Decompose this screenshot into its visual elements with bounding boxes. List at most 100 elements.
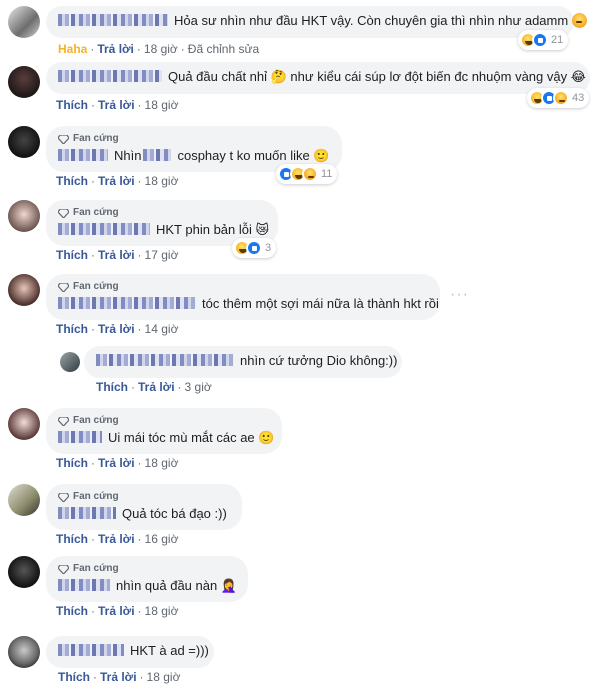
timestamp[interactable]: 14 giờ bbox=[145, 322, 179, 336]
emoji-icon bbox=[572, 13, 588, 28]
diamond-icon bbox=[58, 564, 69, 574]
avatar[interactable] bbox=[8, 66, 40, 98]
comment-actions: Thích · Trả lời · 14 giờ bbox=[56, 322, 179, 336]
commenter-name[interactable] bbox=[58, 579, 110, 591]
like-button[interactable]: Thích bbox=[56, 456, 88, 470]
sad-reaction-icon bbox=[302, 166, 318, 182]
comment-text: nhìn quả đầu nàn 🤦‍♀️ bbox=[116, 578, 238, 593]
commenter-name[interactable] bbox=[58, 14, 168, 26]
haha-button[interactable]: Haha bbox=[58, 42, 87, 56]
comment-text: HKT phin bản lỗi 😿 bbox=[156, 222, 270, 237]
reaction-summary[interactable]: 3 bbox=[232, 238, 277, 258]
diamond-icon bbox=[58, 416, 69, 426]
reply-button[interactable]: Trả lời bbox=[98, 532, 135, 546]
timestamp[interactable]: 17 giờ bbox=[145, 248, 179, 262]
fan-badge: Fan cứng bbox=[58, 281, 428, 293]
reply-button[interactable]: Trả lời bbox=[97, 42, 134, 56]
commenter-name[interactable] bbox=[58, 70, 162, 82]
avatar[interactable] bbox=[8, 484, 40, 516]
reaction-summary[interactable]: 11 bbox=[276, 164, 338, 184]
reply-button[interactable]: Trả lời bbox=[98, 456, 135, 470]
comment-text: nhìn cứ tưởng Dio không:)) bbox=[240, 353, 398, 368]
comment-actions: Haha · Trả lời · 18 giờ · Đã chỉnh sửa bbox=[58, 42, 260, 56]
commenter-name[interactable] bbox=[58, 223, 150, 235]
comment-bubble: Quả đầu chất nhỉ 🤔 như kiểu cái súp lơ đ… bbox=[46, 62, 590, 94]
like-button[interactable]: Thích bbox=[96, 380, 128, 394]
commenter-name[interactable] bbox=[58, 297, 196, 309]
commenter-name[interactable] bbox=[96, 354, 234, 366]
fan-badge: Fan cứng bbox=[58, 133, 330, 145]
comment-text: Hỏa sư nhìn như đầu HKT vậy. Còn chuyên … bbox=[174, 13, 569, 28]
more-options-icon[interactable]: ··· bbox=[450, 286, 469, 304]
reaction-count: 21 bbox=[551, 34, 564, 46]
commenter-name[interactable] bbox=[58, 431, 102, 443]
timestamp[interactable]: 18 giờ bbox=[145, 98, 179, 112]
like-button[interactable]: Thích bbox=[56, 174, 88, 188]
avatar[interactable] bbox=[8, 200, 40, 232]
diamond-icon bbox=[58, 134, 69, 144]
reaction-summary[interactable]: 43 bbox=[527, 88, 590, 108]
like-button[interactable]: Thích bbox=[56, 322, 88, 336]
timestamp[interactable]: 18 giờ bbox=[147, 670, 181, 684]
reply-button[interactable]: Trả lời bbox=[138, 380, 175, 394]
like-button[interactable]: Thích bbox=[56, 248, 88, 262]
reply-button[interactable]: Trả lời bbox=[98, 248, 135, 262]
comment-text: HKT à ad =))) bbox=[130, 643, 209, 658]
like-button[interactable]: Thích bbox=[56, 98, 88, 112]
avatar[interactable] bbox=[8, 274, 40, 306]
comment-actions: Thích · Trả lời · 16 giờ bbox=[56, 532, 179, 546]
comment-text: Quả tóc bá đạo :)) bbox=[122, 506, 227, 521]
comment-actions: Thích · Trả lời · 3 giờ bbox=[96, 380, 212, 394]
timestamp[interactable]: 18 giờ bbox=[144, 42, 178, 56]
avatar[interactable] bbox=[8, 408, 40, 440]
reply-button[interactable]: Trả lời bbox=[100, 670, 137, 684]
avatar[interactable] bbox=[60, 352, 80, 372]
comment-actions: Thích · Trả lời · 18 giờ bbox=[58, 670, 181, 684]
edited-label[interactable]: Đã chỉnh sửa bbox=[188, 42, 259, 56]
avatar[interactable] bbox=[8, 6, 40, 38]
reaction-summary[interactable]: 21 bbox=[518, 30, 569, 50]
like-button[interactable]: Thích bbox=[58, 670, 90, 684]
like-reaction-icon bbox=[532, 32, 548, 48]
commenter-name[interactable] bbox=[58, 644, 124, 656]
mentioned-name[interactable] bbox=[143, 149, 172, 161]
diamond-icon bbox=[58, 208, 69, 218]
comment-text: Nhìn bbox=[114, 148, 142, 163]
comment-text-2: cosphay t ko muốn like 🙂 bbox=[177, 148, 330, 163]
avatar[interactable] bbox=[8, 636, 40, 668]
like-button[interactable]: Thích bbox=[56, 532, 88, 546]
reply-button[interactable]: Trả lời bbox=[98, 174, 135, 188]
comment-bubble: Fan cứng Quả tóc bá đạo :)) bbox=[46, 484, 242, 530]
reaction-count: 11 bbox=[321, 168, 333, 180]
reply-button[interactable]: Trả lời bbox=[98, 98, 135, 112]
comment-actions: Thích · Trả lời · 18 giờ bbox=[56, 98, 179, 112]
timestamp[interactable]: 18 giờ bbox=[145, 456, 179, 470]
timestamp[interactable]: 3 giờ bbox=[185, 380, 212, 394]
comment-bubble: Fan cứng Ui mái tóc mù mắt các ae 🙂 bbox=[46, 408, 282, 454]
reply-button[interactable]: Trả lời bbox=[98, 604, 135, 618]
avatar[interactable] bbox=[8, 126, 40, 158]
comment-bubble: Hỏa sư nhìn như đầu HKT vậy. Còn chuyên … bbox=[46, 6, 588, 38]
timestamp[interactable]: 16 giờ bbox=[145, 532, 179, 546]
comment-text: Quả đầu chất nhỉ 🤔 như kiểu cái súp lơ đ… bbox=[168, 69, 586, 84]
like-reaction-icon bbox=[246, 240, 262, 256]
reaction-count: 43 bbox=[572, 92, 585, 104]
diamond-icon bbox=[58, 492, 69, 502]
commenter-name[interactable] bbox=[58, 507, 116, 519]
comment-text: tóc thêm một sợi mái nữa là thành hkt rồ… bbox=[202, 296, 439, 311]
fan-badge: Fan cứng bbox=[58, 563, 236, 575]
like-button[interactable]: Thích bbox=[56, 604, 88, 618]
reply-button[interactable]: Trả lời bbox=[98, 322, 135, 336]
comment-text: Ui mái tóc mù mắt các ae 🙂 bbox=[108, 430, 275, 445]
diamond-icon bbox=[58, 282, 69, 292]
timestamp[interactable]: 18 giờ bbox=[145, 604, 179, 618]
timestamp[interactable]: 18 giờ bbox=[145, 174, 179, 188]
comment-actions: Thích · Trả lời · 17 giờ bbox=[56, 248, 179, 262]
avatar[interactable] bbox=[8, 556, 40, 588]
fan-badge: Fan cứng bbox=[58, 491, 230, 503]
comment-actions: Thích · Trả lời · 18 giờ bbox=[56, 604, 179, 618]
comment-bubble: Fan cứng nhìn quả đầu nàn 🤦‍♀️ bbox=[46, 556, 248, 602]
commenter-name[interactable] bbox=[58, 149, 108, 161]
comment-actions: Thích · Trả lời · 18 giờ bbox=[56, 174, 179, 188]
fan-badge: Fan cứng bbox=[58, 207, 266, 219]
